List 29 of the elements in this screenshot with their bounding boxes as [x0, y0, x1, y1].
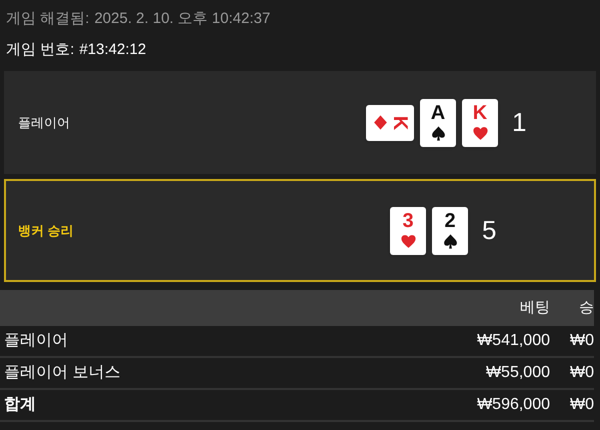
row-label: 합계	[3, 395, 37, 415]
win-amount: ₩0	[569, 331, 594, 351]
card-rank: K	[390, 115, 410, 130]
spade-suit-icon	[430, 125, 446, 142]
game-number: #13:42:12	[79, 40, 146, 60]
hand-score: 5	[482, 214, 496, 247]
heart-suit-icon	[472, 125, 488, 142]
heart-suit-icon	[400, 233, 416, 250]
spade-suit-icon	[442, 233, 458, 250]
row-label: 플레이어	[3, 331, 69, 351]
card-rank: 2	[444, 211, 456, 231]
hand-name: 뱅커 승리	[18, 222, 75, 240]
diamond-suit-icon	[372, 114, 390, 131]
card-rank: K	[472, 103, 488, 123]
column-header: 베팅	[519, 298, 551, 318]
bet-amount: ₩541,000	[476, 331, 551, 351]
win-amount: ₩0	[569, 395, 594, 415]
card-rank: 3	[402, 211, 414, 231]
bet-amount: ₩55,000	[484, 363, 551, 383]
card-rank: A	[430, 103, 446, 123]
win-amount: ₩0	[569, 363, 594, 383]
column-header: 승	[578, 298, 594, 318]
game-number-label: 게임 번호:	[6, 40, 74, 60]
resolved-label: 게임 해결됨:	[6, 9, 90, 29]
bet-amount: ₩596,000	[476, 395, 551, 415]
row-label: 플레이어 보너스	[3, 363, 122, 383]
hand-score: 1	[512, 106, 526, 139]
hand-name: 플레이어	[18, 114, 71, 132]
resolved-time: 2025. 2. 10. 오후 10:42:37	[94, 9, 270, 29]
